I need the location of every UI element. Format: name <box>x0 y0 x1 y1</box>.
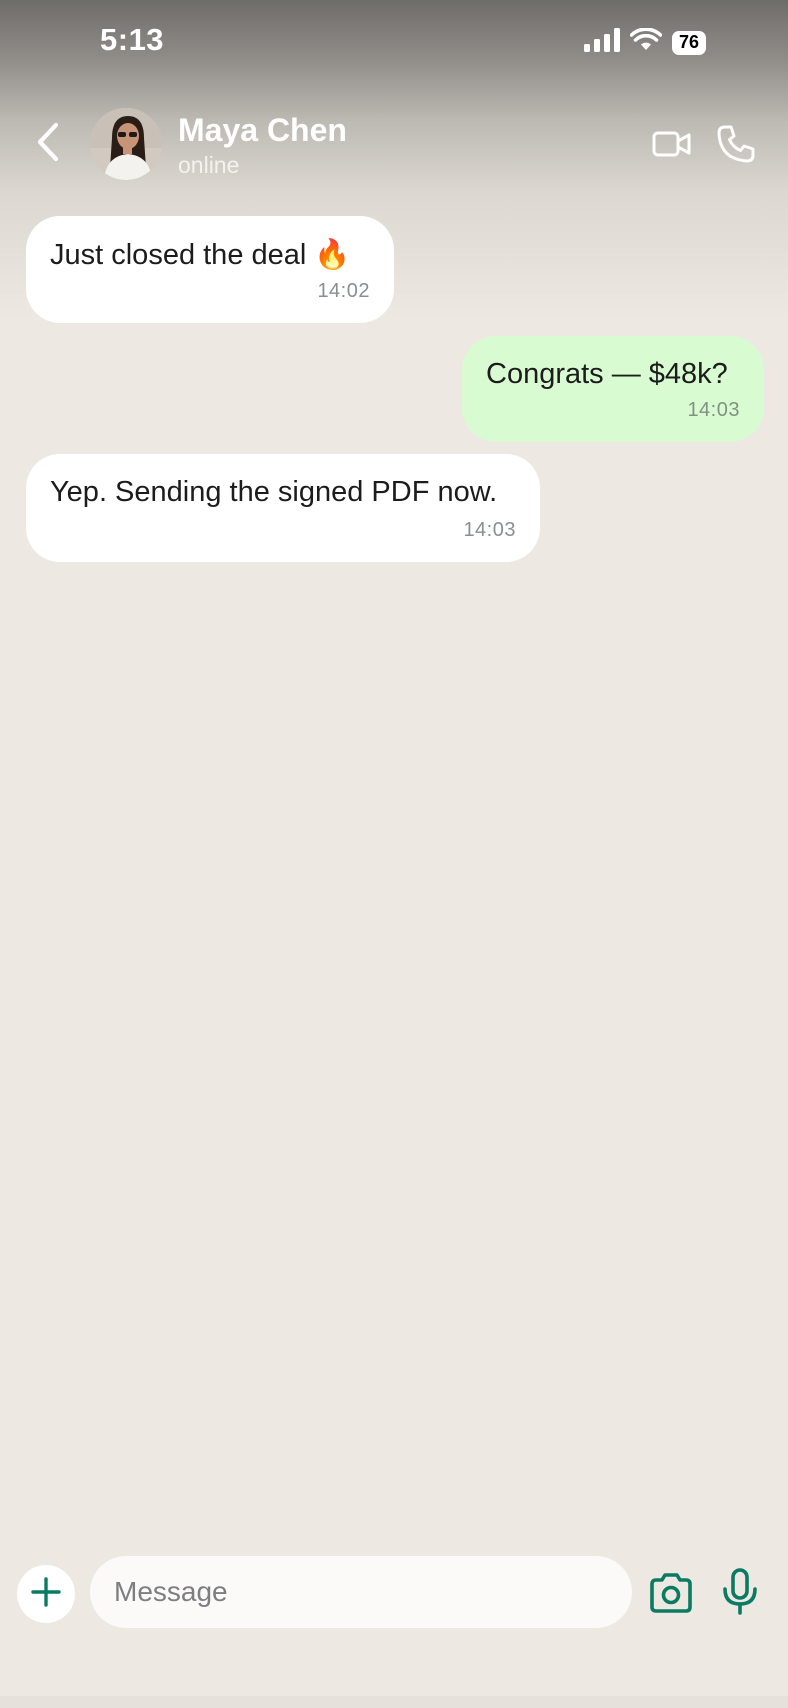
message-text: Just closed the deal 🔥 <box>50 239 351 271</box>
status-icons: 76 <box>584 27 706 57</box>
battery-indicator: 76 <box>672 30 706 55</box>
camera-button[interactable] <box>648 1572 694 1614</box>
chevron-left-icon <box>36 122 60 167</box>
voice-call-button[interactable] <box>716 124 756 164</box>
message-time: 14:03 <box>463 519 516 541</box>
message-bubble-outgoing[interactable]: Congrats — $48k? 14:03 <box>462 336 764 442</box>
bottom-strip <box>0 1696 788 1708</box>
message-time: 14:03 <box>687 399 740 421</box>
contact-avatar[interactable] <box>90 108 162 180</box>
chat-screen: 5:13 76 Maya Chen online Just closed the… <box>0 0 788 1708</box>
message-text: Yep. Sending the signed PDF now. <box>50 476 498 508</box>
message-input[interactable] <box>90 1556 632 1628</box>
contact-name[interactable]: Maya Chen <box>178 112 347 149</box>
microphone-button[interactable] <box>722 1568 758 1616</box>
video-call-button[interactable] <box>652 128 692 160</box>
microphone-icon <box>722 1568 758 1620</box>
video-camera-icon <box>652 131 692 164</box>
message-time: 14:02 <box>317 280 370 302</box>
message-text: Congrats — $48k? <box>486 358 728 390</box>
camera-icon <box>648 1573 694 1618</box>
wifi-icon <box>629 27 663 57</box>
message-bubble-incoming[interactable]: Yep. Sending the signed PDF now. 14:03 <box>26 454 540 562</box>
plus-icon <box>31 1576 61 1612</box>
contact-status: online <box>178 152 240 178</box>
status-time: 5:13 <box>100 22 165 57</box>
message-bubble-incoming[interactable]: Just closed the deal 🔥 14:02 <box>26 216 394 323</box>
signal-icon <box>584 28 620 57</box>
attach-button[interactable] <box>17 1565 75 1623</box>
back-button[interactable] <box>30 122 66 166</box>
phone-icon <box>716 125 756 168</box>
